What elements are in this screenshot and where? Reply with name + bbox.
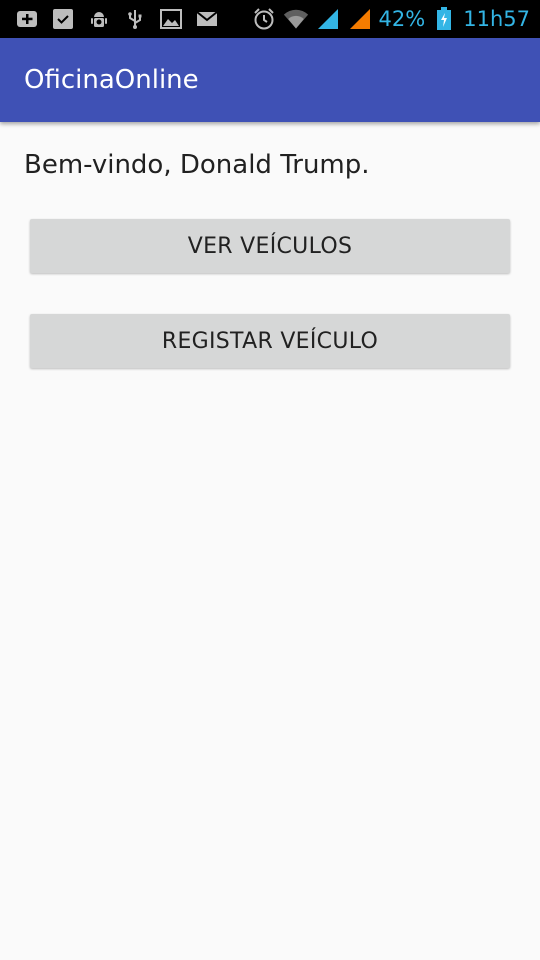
battery-charging-icon <box>431 7 457 30</box>
image-icon <box>158 8 184 30</box>
checkbox-icon <box>50 8 76 30</box>
status-bar: 42% 11h57 <box>0 0 540 38</box>
clock: 11h57 <box>463 7 530 31</box>
view-vehicles-button[interactable]: VER VEÍCULOS <box>30 219 510 273</box>
android-debug-icon <box>86 8 112 30</box>
signal-icon <box>315 8 341 30</box>
app-bar: OficinaOnline <box>0 38 540 122</box>
system-status: 42% 11h57 <box>251 0 530 38</box>
signal-icon-2 <box>347 8 373 30</box>
notification-icons <box>0 0 230 38</box>
add-notification-icon <box>14 8 40 30</box>
usb-icon <box>122 8 148 30</box>
alarm-icon <box>251 8 277 30</box>
register-vehicle-button[interactable]: REGISTAR VEÍCULO <box>30 314 510 368</box>
app-title: OficinaOnline <box>24 65 199 95</box>
wifi-icon <box>283 8 309 30</box>
mail-icon <box>194 8 220 30</box>
battery-percentage: 42% <box>378 7 426 31</box>
welcome-message: Bem-vindo, Donald Trump. <box>24 150 370 180</box>
